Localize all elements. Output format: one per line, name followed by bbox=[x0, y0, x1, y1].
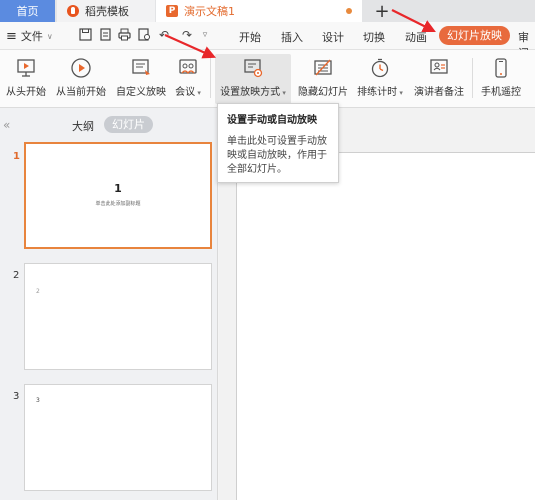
rehearse-timings-label: 排练计时 ▾ bbox=[357, 87, 403, 98]
tooltip-body: 单击此处可设置手动放映或自动放映，作用于全部幻灯片。 bbox=[227, 136, 327, 175]
presenter-notes-button[interactable]: 演讲者备注 bbox=[412, 54, 466, 104]
tab-docer-label: 稻壳模板 bbox=[85, 5, 129, 18]
setup-show-tooltip: 设置手动或自动放映 单击此处可设置手动放映或自动放映，作用于全部幻灯片。 bbox=[217, 103, 339, 183]
setup-show-button[interactable]: 设置放映方式 ▾ bbox=[215, 54, 291, 104]
phone-remote-label: 手机遥控 bbox=[481, 87, 521, 98]
double-chevron-left-icon[interactable]: « bbox=[3, 118, 10, 132]
slide-number: 1 bbox=[13, 151, 20, 162]
phone-icon bbox=[489, 56, 513, 80]
slide-number: 3 bbox=[13, 391, 20, 402]
play-from-start-icon bbox=[14, 56, 38, 80]
slideshow-settings-icon bbox=[241, 56, 265, 80]
custom-show-label: 自定义放映 bbox=[116, 87, 166, 98]
tab-insert[interactable]: 插入 bbox=[281, 29, 303, 45]
tab-animation[interactable]: 动画 bbox=[405, 29, 427, 45]
customize-toolbar-icon[interactable]: ▿ bbox=[198, 28, 212, 42]
hide-slide-button[interactable]: 隐藏幻灯片 bbox=[296, 54, 350, 104]
redo-icon[interactable]: ↷ bbox=[180, 28, 194, 42]
slideshow-ribbon: 从头开始 从当前开始 自定义放映 会议 ▾ 设置放映方式 ▾ 隐藏幻灯片 排练计… bbox=[0, 50, 535, 108]
wps-presentation-window: 首页 稻壳模板 P 演示文稿1 + ≡ 文件 ∨ ↶ ↷ ▿ 开始 插入 设计 … bbox=[0, 0, 535, 500]
hide-slide-icon bbox=[311, 56, 335, 80]
slide-thumbnail-subtitle: 单击此处添加副标题 bbox=[95, 201, 141, 207]
new-tab-button[interactable]: + bbox=[372, 0, 392, 22]
from-start-button[interactable]: 从头开始 bbox=[4, 54, 48, 104]
tab-transitions[interactable]: 切换 bbox=[363, 29, 385, 45]
setup-show-label: 设置放映方式 ▾ bbox=[220, 87, 286, 98]
meeting-button[interactable]: 会议 ▾ bbox=[172, 54, 204, 104]
unsaved-dot-icon bbox=[346, 8, 352, 14]
tooltip-title: 设置手动或自动放映 bbox=[227, 115, 317, 126]
slide-thumbnail-text: 2 bbox=[36, 288, 40, 295]
slide-thumbnail-text: 3 bbox=[36, 397, 40, 404]
undo-icon[interactable]: ↶ bbox=[157, 28, 171, 42]
presentation-file-icon: P bbox=[166, 5, 178, 17]
slide-thumbnail-1[interactable]: 1 单击此处添加副标题 bbox=[24, 142, 212, 249]
tab-document-label: 演示文稿1 bbox=[184, 5, 235, 18]
tab-design[interactable]: 设计 bbox=[322, 29, 344, 45]
slide-thumbnail-title: 1 bbox=[114, 182, 122, 195]
meeting-label: 会议 ▾ bbox=[175, 87, 201, 98]
custom-show-button[interactable]: 自定义放映 bbox=[114, 54, 168, 104]
play-icon bbox=[69, 56, 93, 80]
slide-number: 2 bbox=[13, 270, 20, 281]
hide-slide-label: 隐藏幻灯片 bbox=[298, 87, 348, 98]
custom-slideshow-icon bbox=[129, 56, 153, 80]
export-pdf-icon[interactable] bbox=[98, 28, 112, 42]
presenter-notes-icon bbox=[427, 56, 451, 80]
tab-home[interactable]: 首页 bbox=[0, 0, 55, 22]
tab-slideshow[interactable]: 幻灯片放映 bbox=[439, 26, 510, 45]
hamburger-icon: ≡ bbox=[6, 28, 17, 44]
from-current-label: 从当前开始 bbox=[56, 87, 106, 98]
docer-logo-icon bbox=[67, 5, 79, 17]
slide-panel: « 大纲 幻灯片 1 1 单击此处添加副标题 2 2 3 3 bbox=[0, 108, 218, 500]
from-start-label: 从头开始 bbox=[6, 87, 46, 98]
from-current-button[interactable]: 从当前开始 bbox=[54, 54, 108, 104]
save-icon[interactable] bbox=[78, 28, 92, 42]
plus-icon: + bbox=[374, 0, 390, 22]
print-icon[interactable] bbox=[117, 28, 131, 42]
document-tab-bar: 首页 稻壳模板 P 演示文稿1 + bbox=[0, 0, 535, 22]
tab-home-label: 首页 bbox=[16, 5, 39, 18]
slide-thumbnail-3[interactable]: 3 bbox=[24, 384, 212, 491]
chevron-down-icon: ∨ bbox=[46, 31, 53, 41]
tab-presentation-document[interactable]: P 演示文稿1 bbox=[156, 0, 362, 22]
tab-outline[interactable]: 大纲 bbox=[72, 118, 94, 134]
tab-slides[interactable]: 幻灯片 bbox=[104, 116, 153, 133]
file-menu-button[interactable]: ≡ 文件 ∨ bbox=[6, 28, 53, 44]
rehearse-timings-button[interactable]: 排练计时 ▾ bbox=[354, 54, 406, 104]
meeting-icon bbox=[176, 56, 200, 80]
print-preview-icon[interactable] bbox=[137, 28, 151, 42]
ribbon-separator bbox=[472, 58, 473, 98]
stopwatch-icon bbox=[368, 56, 392, 80]
tab-docer-templates[interactable]: 稻壳模板 bbox=[57, 0, 155, 22]
file-menu-label: 文件 bbox=[20, 30, 43, 43]
tab-home-ribbon[interactable]: 开始 bbox=[239, 29, 261, 45]
ribbon-separator bbox=[210, 58, 211, 98]
menu-bar: ≡ 文件 ∨ ↶ ↷ ▿ 开始 插入 设计 切换 动画 幻灯片放映 审阅 bbox=[0, 22, 535, 60]
phone-remote-button[interactable]: 手机遥控 bbox=[478, 54, 524, 104]
presenter-notes-label: 演讲者备注 bbox=[414, 87, 464, 98]
current-slide[interactable] bbox=[236, 152, 535, 500]
slide-thumbnail-2[interactable]: 2 bbox=[24, 263, 212, 370]
